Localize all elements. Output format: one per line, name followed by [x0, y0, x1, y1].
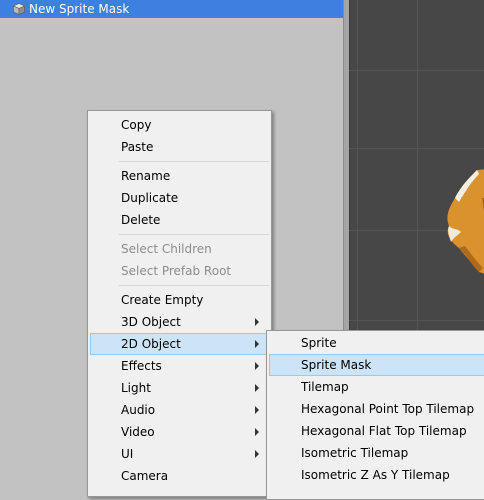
menu-item-delete[interactable]: Delete	[90, 209, 269, 231]
menu-item-label: Video	[121, 425, 155, 439]
menu-separator	[119, 285, 269, 286]
submenu-arrow-icon	[255, 384, 259, 392]
submenu-arrow-icon	[255, 340, 259, 348]
menu-item-select-children: Select Children	[121, 242, 212, 256]
context-menu: Copy Paste Rename Duplicate Delete Selec…	[87, 110, 272, 497]
menu-item-paste[interactable]: Paste	[90, 136, 269, 158]
menu-item-select-prefab-root: Select Prefab Root	[121, 264, 232, 278]
menu-item-create-empty[interactable]: Create Empty	[90, 289, 269, 311]
menu-item-video[interactable]: Video	[90, 421, 269, 443]
submenu-item-hexagonal-flat-top-tilemap[interactable]: Hexagonal Flat Top Tilemap	[269, 420, 484, 442]
menu-item-label: Effects	[121, 359, 162, 373]
submenu-item-isometric-z-as-y-tilemap[interactable]: Isometric Z As Y Tilemap	[269, 464, 484, 486]
menu-item-label: UI	[121, 447, 134, 461]
sprite-image	[447, 169, 484, 274]
menu-item-copy[interactable]: Copy	[90, 114, 269, 136]
menu-item-label: Audio	[121, 403, 156, 417]
gameobject-cube-icon	[12, 3, 26, 15]
submenu-item-hexagonal-point-top-tilemap[interactable]: Hexagonal Point Top Tilemap	[269, 398, 484, 420]
submenu-arrow-icon	[255, 406, 259, 414]
scene-grid-line	[349, 148, 484, 149]
menu-item-label: 3D Object	[121, 315, 181, 329]
menu-item-duplicate[interactable]: Duplicate	[90, 187, 269, 209]
menu-item-label: Light	[121, 381, 151, 395]
menu-separator	[119, 161, 269, 162]
submenu-arrow-icon	[255, 318, 259, 326]
hierarchy-item-label: New Sprite Mask	[29, 2, 130, 16]
submenu-arrow-icon	[255, 428, 259, 436]
menu-item-audio[interactable]: Audio	[90, 399, 269, 421]
submenu-arrow-icon	[255, 450, 259, 458]
scene-grid-line	[349, 70, 484, 71]
submenu-item-sprite-mask[interactable]: Sprite Mask	[269, 354, 484, 376]
menu-item-effects[interactable]: Effects	[90, 355, 269, 377]
menu-separator	[119, 234, 269, 235]
menu-item-camera[interactable]: Camera	[90, 465, 269, 487]
submenu-item-sprite[interactable]: Sprite	[269, 332, 484, 354]
menu-item-light[interactable]: Light	[90, 377, 269, 399]
submenu-2d-object: Sprite Sprite Mask Tilemap Hexagonal Poi…	[266, 330, 484, 500]
submenu-item-isometric-tilemap[interactable]: Isometric Tilemap	[269, 442, 484, 464]
hierarchy-item-new-sprite-mask[interactable]: New Sprite Mask	[0, 0, 343, 18]
menu-item-label: 2D Object	[121, 337, 181, 351]
submenu-item-tilemap[interactable]: Tilemap	[269, 376, 484, 398]
menu-item-rename[interactable]: Rename	[90, 165, 269, 187]
menu-item-ui[interactable]: UI	[90, 443, 269, 465]
scene-grid-line	[349, 320, 484, 321]
submenu-arrow-icon	[255, 362, 259, 370]
menu-item-3d-object[interactable]: 3D Object	[90, 311, 269, 333]
menu-item-2d-object[interactable]: 2D Object	[90, 333, 269, 355]
